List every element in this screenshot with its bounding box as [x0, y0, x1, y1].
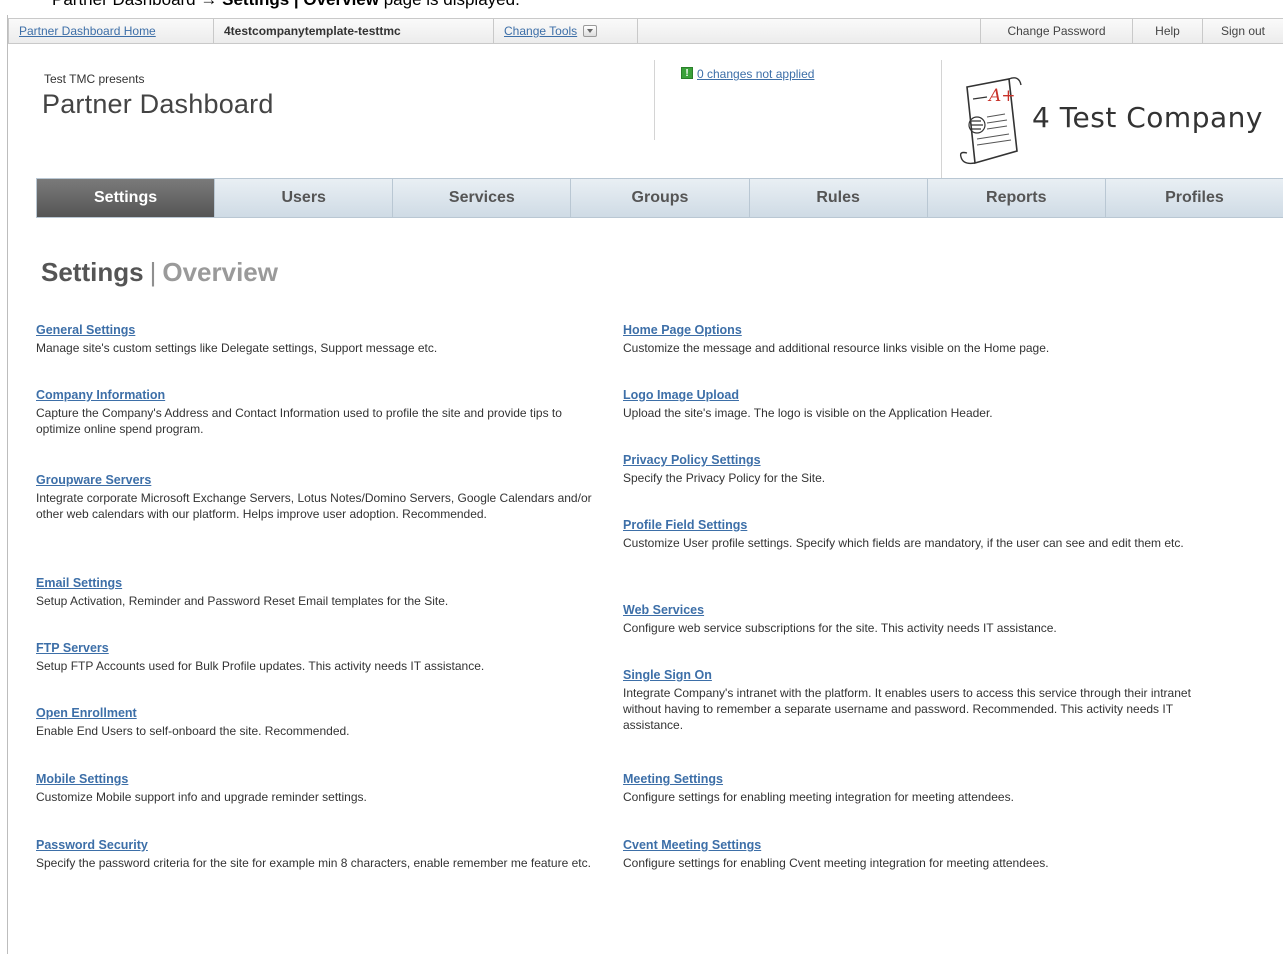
item-description: Setup FTP Accounts used for Bulk Profile… [36, 659, 485, 673]
mobile-settings-link[interactable]: Mobile Settings [36, 771, 128, 787]
groupware-servers-link[interactable]: Groupware Servers [36, 472, 151, 488]
help-link[interactable]: Help [1133, 19, 1203, 43]
presents-label: Test TMC presents [44, 72, 145, 86]
settings-item-profile-fields: Profile Field Settings Customize User pr… [623, 517, 1213, 551]
caption-prefix: Partner Dashboard [52, 0, 200, 9]
meeting-settings-link[interactable]: Meeting Settings [623, 771, 723, 787]
changes-link[interactable]: 0 changes not applied [697, 67, 814, 81]
warning-icon: ! [681, 67, 693, 79]
item-description: Enable End Users to self-onboard the sit… [36, 724, 350, 738]
tab-groups[interactable]: Groups [571, 179, 750, 217]
item-description: Manage site's custom settings like Deleg… [36, 341, 438, 355]
profile-field-settings-link[interactable]: Profile Field Settings [623, 517, 747, 533]
item-description: Setup Activation, Reminder and Password … [36, 594, 449, 608]
general-settings-link[interactable]: General Settings [36, 322, 135, 338]
privacy-policy-settings-link[interactable]: Privacy Policy Settings [623, 452, 761, 468]
page-title: Settings | Overview [41, 257, 278, 288]
item-description: Capture the Company's Address and Contac… [36, 406, 562, 436]
item-description: Upload the site's image. The logo is vis… [623, 406, 993, 420]
settings-item-privacy: Privacy Policy Settings Specify the Priv… [623, 452, 1213, 486]
settings-item-cvent: Cvent Meeting Settings Configure setting… [623, 837, 1213, 871]
dashboard-home-link[interactable]: Partner Dashboard Home [19, 24, 156, 38]
settings-item-logo: Logo Image Upload Upload the site's imag… [623, 387, 1213, 421]
item-description: Customize Mobile support info and upgrad… [36, 790, 367, 804]
change-tools-link[interactable]: Change Tools [504, 24, 577, 38]
single-sign-on-link[interactable]: Single Sign On [623, 667, 712, 683]
item-description: Customize the message and additional res… [623, 341, 1050, 355]
caption-suffix: page is displayed. [379, 0, 520, 9]
caption-bold: Settings | Overview [222, 0, 379, 9]
test-paper-icon: A+ [959, 77, 1022, 165]
tab-rules[interactable]: Rules [749, 179, 928, 217]
changes-notice: ! 0 changes not applied [654, 60, 814, 140]
settings-item-email: Email Settings Setup Activation, Reminde… [36, 575, 601, 609]
item-description: Configure settings for enabling meeting … [623, 790, 1014, 804]
sign-out-link[interactable]: Sign out [1203, 19, 1283, 43]
settings-item-home-page: Home Page Options Customize the message … [623, 322, 1213, 356]
app-title: Partner Dashboard [42, 89, 274, 119]
topbar-spacer [638, 19, 981, 43]
item-description: Configure settings for enabling Cvent me… [623, 856, 1049, 870]
company-name: 4testcompanytemplate-testtmc [214, 19, 494, 43]
logo-image-upload-link[interactable]: Logo Image Upload [623, 387, 739, 403]
settings-item-enrollment: Open Enrollment Enable End Users to self… [36, 705, 601, 739]
tab-services[interactable]: Services [393, 179, 572, 217]
item-description: Integrate Company's intranet with the pl… [623, 686, 1191, 732]
tab-settings[interactable]: Settings [37, 179, 216, 217]
main-nav-tabs: Settings Users Services Groups Rules Rep… [36, 178, 1283, 218]
item-description: Integrate corporate Microsoft Exchange S… [36, 491, 592, 521]
settings-item-sso: Single Sign On Integrate Company's intra… [623, 667, 1213, 733]
page-title-main: Settings [41, 257, 144, 287]
top-utility-bar: Partner Dashboard Home 4testcompanytempl… [8, 18, 1283, 44]
settings-item-ftp: FTP Servers Setup FTP Accounts used for … [36, 640, 606, 674]
page-title-separator: | [149, 257, 157, 287]
chevron-down-icon[interactable] [583, 25, 598, 37]
cvent-meeting-settings-link[interactable]: Cvent Meeting Settings [623, 837, 761, 853]
web-services-link[interactable]: Web Services [623, 602, 704, 618]
home-page-options-link[interactable]: Home Page Options [623, 322, 742, 338]
settings-item-password: Password Security Specify the password c… [36, 837, 606, 871]
settings-item-company: Company Information Capture the Company'… [36, 387, 601, 437]
email-settings-link[interactable]: Email Settings [36, 575, 122, 591]
open-enrollment-link[interactable]: Open Enrollment [36, 705, 137, 721]
logo-text: 4 Test Company [1032, 101, 1263, 134]
app-window: Partner Dashboard Home 4testcompanytempl… [7, 15, 1283, 954]
tab-profiles[interactable]: Profiles [1105, 179, 1283, 217]
tab-users[interactable]: Users [215, 179, 394, 217]
settings-item-general: General Settings Manage site's custom se… [36, 322, 606, 356]
change-password-link[interactable]: Change Password [981, 19, 1133, 43]
company-information-link[interactable]: Company Information [36, 387, 165, 403]
item-description: Customize User profile settings. Specify… [623, 536, 1184, 550]
home-cell: Partner Dashboard Home [9, 19, 214, 43]
password-security-link[interactable]: Password Security [36, 837, 148, 853]
item-description: Specify the password criteria for the si… [36, 856, 591, 870]
page-caption: Partner Dashboard → Settings | Overview … [0, 0, 1283, 9]
tab-reports[interactable]: Reports [927, 179, 1106, 217]
settings-item-groupware: Groupware Servers Integrate corporate Mi… [36, 472, 601, 522]
ftp-servers-link[interactable]: FTP Servers [36, 640, 109, 656]
item-description: Specify the Privacy Policy for the Site. [623, 471, 826, 485]
svg-text:A+: A+ [987, 86, 1016, 106]
settings-item-mobile: Mobile Settings Customize Mobile support… [36, 771, 601, 805]
item-description: Configure web service subscriptions for … [623, 621, 1057, 635]
settings-item-web-services: Web Services Configure web service subsc… [623, 602, 1213, 636]
logo-divider [941, 60, 942, 178]
change-tools-cell[interactable]: Change Tools [494, 19, 638, 43]
arrow-icon: → [200, 0, 217, 9]
settings-item-meeting: Meeting Settings Configure settings for … [623, 771, 1213, 805]
page-title-sub: Overview [162, 257, 278, 287]
